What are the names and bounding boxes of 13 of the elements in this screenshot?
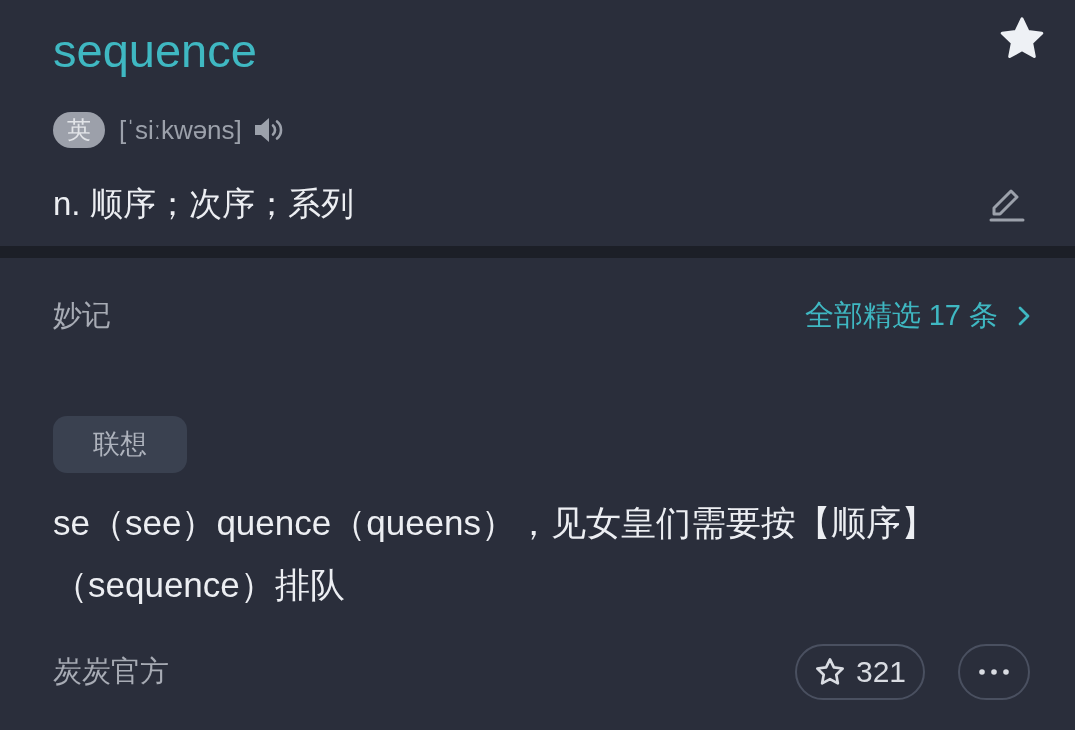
definition-text: n. 顺序；次序；系列 <box>53 183 354 224</box>
phonetic-text: [ˈsiːkwəns] <box>119 114 242 146</box>
accent-badge: 英 <box>53 112 105 148</box>
like-button[interactable]: 321 <box>795 644 925 700</box>
headword: sequence <box>53 23 257 79</box>
section-title: 妙记 <box>53 298 111 333</box>
all-notes-link[interactable]: 全部精选 17 条 <box>804 296 1030 336</box>
more-button[interactable] <box>958 644 1030 700</box>
chevron-right-icon <box>1018 306 1030 326</box>
author-name: 炭炭官方 <box>53 654 169 689</box>
note-tag: 联想 <box>53 416 187 473</box>
more-icon <box>979 669 1009 675</box>
note-text: se（see）quence（queens），见女皇们需要按【顺序】（sequence）排队 <box>53 502 938 606</box>
